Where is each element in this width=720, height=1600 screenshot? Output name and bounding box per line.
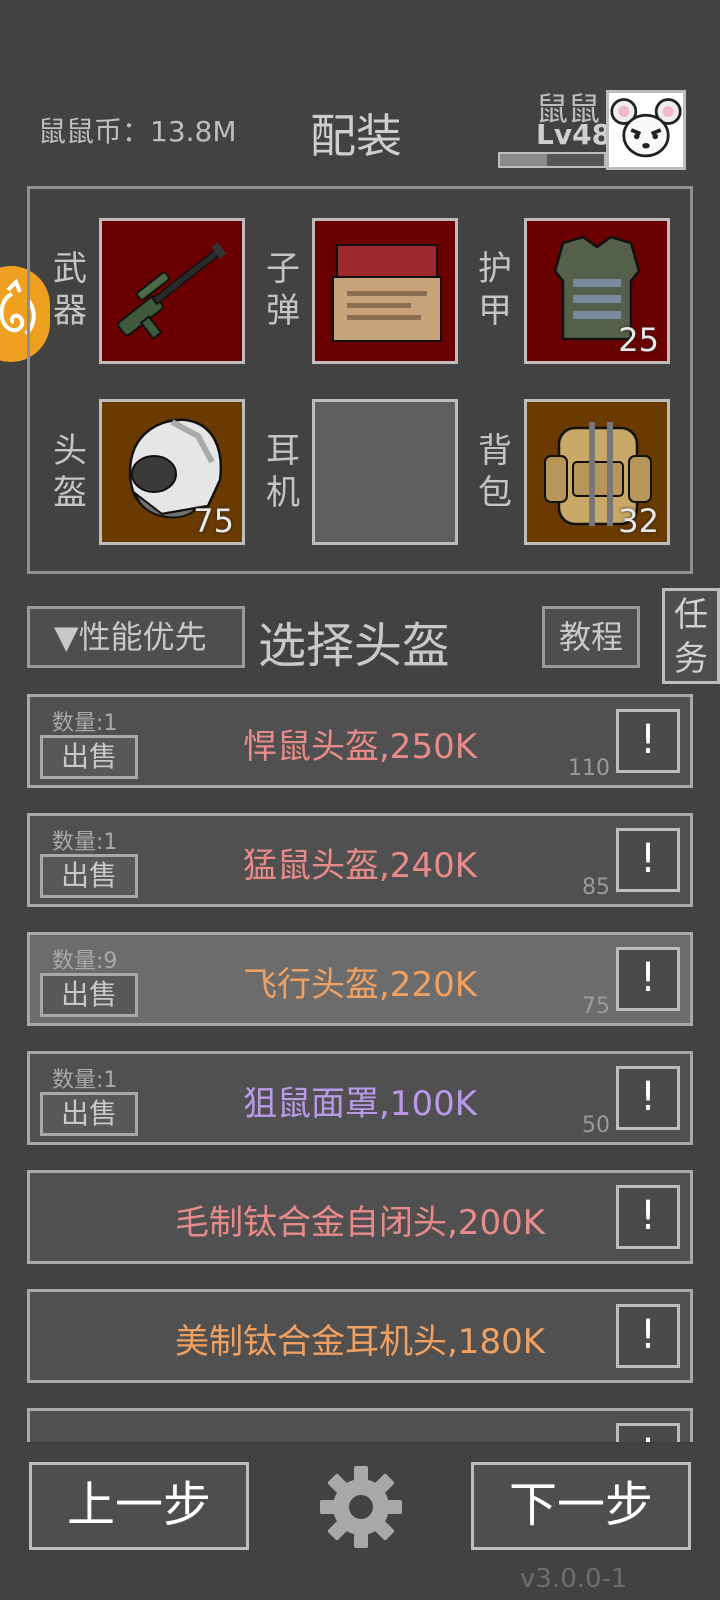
mouse-avatar-icon [610, 98, 682, 158]
info-button[interactable]: ! [616, 828, 680, 892]
info-button[interactable]: ! [616, 1066, 680, 1130]
list-item[interactable]: ! [27, 1408, 693, 1442]
info-button[interactable]: ! [616, 947, 680, 1011]
slot-label-ammo: 子弹 [266, 249, 300, 331]
item-score: 75 [582, 994, 610, 1019]
list-item[interactable]: 数量:1 出售 狙鼠面罩,100K 50 ! [27, 1051, 693, 1145]
info-button[interactable]: ! [616, 709, 680, 773]
helmet-slot[interactable]: 75 [99, 399, 245, 545]
info-button[interactable]: ! [616, 1304, 680, 1368]
item-score: 85 [582, 875, 610, 900]
player-level: Lv48 [536, 118, 612, 151]
backpack-count: 32 [618, 502, 659, 540]
xp-progress-bar [498, 152, 606, 168]
sort-priority-button[interactable]: ▼性能优先 [27, 606, 245, 668]
weapon-slot[interactable] [99, 218, 245, 364]
slot-label-weapon: 武器 [53, 249, 87, 331]
info-button[interactable]: ! [616, 1185, 680, 1249]
list-item[interactable]: 美制钛合金耳机头,180K ! [27, 1289, 693, 1383]
list-item[interactable]: 数量:1 出售 猛鼠头盔,240K 85 ! [27, 813, 693, 907]
slot-label-backpack: 背包 [478, 431, 512, 513]
gear-icon [320, 1466, 402, 1548]
version-label: v3.0.0-1 [520, 1564, 628, 1594]
tutorial-button[interactable]: 教程 [542, 606, 640, 668]
list-item-selected[interactable]: 数量:9 出售 飞行头盔,220K 75 ! [27, 932, 693, 1026]
select-helmet-title: 选择头盔 [258, 618, 451, 674]
helmet-count: 75 [193, 502, 234, 540]
settings-button[interactable] [318, 1464, 404, 1550]
armor-count: 25 [618, 321, 659, 359]
previous-step-button[interactable]: 上一步 [29, 1462, 249, 1550]
xp-progress-fill [500, 154, 547, 166]
item-score: 50 [582, 1113, 610, 1138]
item-name: 美制钛合金耳机头,180K [175, 1322, 545, 1362]
page-title: 配装 [310, 109, 402, 163]
next-step-button[interactable]: 下一步 [471, 1462, 691, 1550]
player-avatar[interactable] [606, 90, 686, 170]
ammo-slot[interactable] [312, 218, 458, 364]
list-item[interactable]: 毛制钛合金自闭头,200K ! [27, 1170, 693, 1264]
slot-label-armor: 护甲 [478, 249, 512, 331]
slot-label-helmet: 头盔 [53, 431, 87, 513]
armor-slot[interactable]: 25 [524, 218, 670, 364]
sniper-rifle-icon [117, 242, 227, 340]
currency-display: 鼠鼠币：13.8M [38, 115, 237, 148]
item-score: 110 [568, 756, 610, 781]
ammo-box-icon [332, 244, 442, 342]
info-button[interactable]: ! [616, 1423, 680, 1442]
helmet-list[interactable]: 数量:1 出售 悍鼠头盔,250K 110 ! 数量:1 出售 猛鼠头盔,240… [27, 694, 693, 1442]
headset-slot[interactable] [312, 399, 458, 545]
task-button[interactable]: 任务 [662, 588, 720, 684]
list-item[interactable]: 数量:1 出售 悍鼠头盔,250K 110 ! [27, 694, 693, 788]
item-name: 毛制钛合金自闭头,200K [175, 1203, 545, 1243]
backpack-slot[interactable]: 32 [524, 399, 670, 545]
task-label: 任务 [674, 595, 708, 679]
slot-label-headset: 耳机 [266, 431, 300, 513]
